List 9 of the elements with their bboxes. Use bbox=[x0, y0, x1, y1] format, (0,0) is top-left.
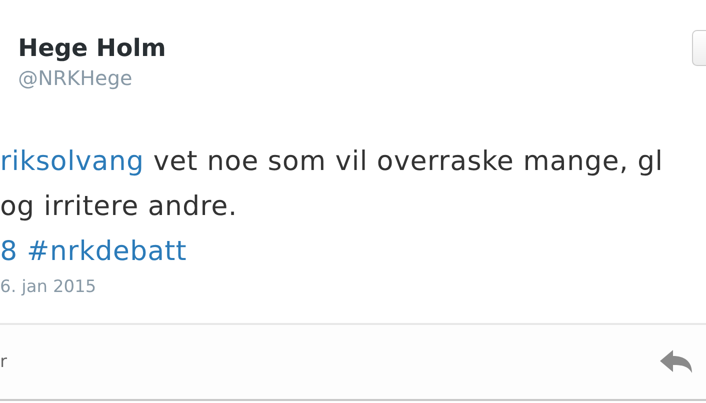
hashtag-link[interactable]: 8 #nrkdebatt bbox=[0, 229, 187, 274]
footer-text: r bbox=[0, 352, 7, 372]
tweet-text: riksolvang vet noe som vil overraske mange, gl bbox=[0, 145, 664, 179]
author-handle: @NRKHege bbox=[18, 66, 134, 90]
reply-icon[interactable] bbox=[660, 349, 694, 375]
tweet-text: og irritere andre. bbox=[0, 190, 238, 224]
tweet-date: 6. jan 2015 bbox=[0, 277, 98, 297]
author-name: Hege Holm bbox=[18, 34, 166, 62]
mention-link[interactable]: riksolvang bbox=[0, 146, 144, 177]
